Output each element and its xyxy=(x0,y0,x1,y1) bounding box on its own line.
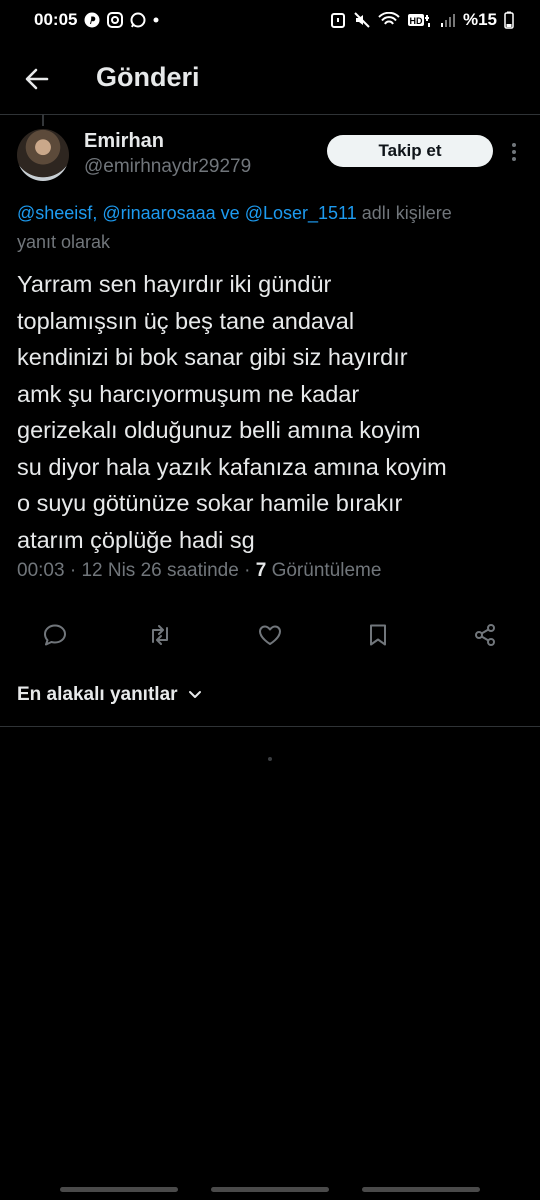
reply-context-line2: yanıt olarak xyxy=(17,232,111,252)
reply-icon[interactable] xyxy=(42,622,68,648)
loading-indicator xyxy=(268,757,272,761)
replies-sort-dropdown[interactable]: En alakalı yanıtlar xyxy=(17,684,202,706)
author-handle[interactable]: @emirhnaydr29279 xyxy=(84,156,251,178)
meta-separator: · xyxy=(238,560,256,581)
follow-button[interactable]: Takip et xyxy=(327,135,493,167)
tweet-text-line: Yarram sen hayırdır iki gündür xyxy=(17,271,332,297)
cell-signal-icon xyxy=(440,12,456,28)
instagram-icon xyxy=(107,12,124,28)
nav-back-bar[interactable] xyxy=(362,1187,480,1192)
whatsapp-icon xyxy=(130,12,146,28)
tweet-text-line: kendinizi bi bok sanar gibi siz hayırdır xyxy=(17,344,408,370)
status-bar: 00:05 HD %15 xyxy=(0,0,540,40)
notification-dot-icon xyxy=(153,17,159,23)
status-time: 00:05 xyxy=(34,10,78,29)
battery-icon xyxy=(504,11,514,29)
mention-link[interactable]: @rinaarosaaa xyxy=(102,203,215,223)
tweet-text-line: toplamışsın üç beş tane andaval xyxy=(17,307,355,334)
tweet-meta: 00:03 · 12 Nis 26 saatinde · 7 Görüntüle… xyxy=(17,560,381,582)
tweet-time: 00:03 xyxy=(17,560,65,581)
pinterest-icon xyxy=(84,12,100,28)
views-count: 7 xyxy=(255,560,267,581)
meta-separator: · xyxy=(64,560,82,581)
author-display-name[interactable]: Emirhan xyxy=(84,130,164,153)
share-icon[interactable] xyxy=(472,622,498,648)
tweet-text-line: gerizekalı olduğunuz belli amına koyim xyxy=(17,417,421,443)
battery-percent: %15 xyxy=(462,10,497,29)
page-title: Gönderi xyxy=(96,62,200,92)
mention-separator: , xyxy=(92,203,103,223)
mute-icon xyxy=(353,11,371,29)
divider xyxy=(0,726,540,727)
wifi-icon xyxy=(378,12,400,28)
mention-link[interactable]: @Loser_1511 xyxy=(245,203,357,223)
hd-signal-icon: HD xyxy=(407,12,433,28)
tweet-text-line: o suyu götünüze sokar hamile bırakır xyxy=(17,490,403,516)
more-options-icon[interactable] xyxy=(506,140,522,164)
bookmark-icon[interactable] xyxy=(365,622,391,648)
tweet-text-line: amk şu harcıyormuşum ne kadar xyxy=(17,380,360,407)
top-app-bar: Gönderi xyxy=(0,44,540,115)
tweet-date: 12 Nis 26 saatinde xyxy=(81,560,239,581)
chevron-down-icon xyxy=(188,684,202,706)
like-icon[interactable] xyxy=(257,622,283,648)
nav-home-bar[interactable] xyxy=(211,1187,329,1192)
tweet-actions-bar xyxy=(0,616,540,652)
reply-context-suffix: adlı kişilere xyxy=(356,203,452,223)
alarm-icon xyxy=(330,11,346,29)
reply-context: @sheeisf, @rinaarosaaa ve @Loser_1511 ad… xyxy=(17,199,537,257)
mention-link[interactable]: @sheeisf xyxy=(17,203,92,223)
mention-conjunction: ve xyxy=(215,203,245,223)
avatar[interactable] xyxy=(17,129,69,181)
thread-connector xyxy=(42,114,44,126)
nav-recents-bar[interactable] xyxy=(60,1187,178,1192)
sort-label: En alakalı yanıtlar xyxy=(17,684,178,705)
svg-text:HD: HD xyxy=(409,16,422,26)
retweet-icon[interactable] xyxy=(147,622,173,648)
tweet-text-line: atarım çöplüğe hadi sg xyxy=(17,526,255,553)
back-arrow-icon[interactable] xyxy=(22,64,52,94)
views-label: Görüntüleme xyxy=(271,560,382,581)
tweet-text: Yarram sen hayırdır iki gündür toplamışs… xyxy=(17,266,532,558)
tweet-text-line: su diyor hala yazık kafanıza amına koyim xyxy=(17,453,447,480)
